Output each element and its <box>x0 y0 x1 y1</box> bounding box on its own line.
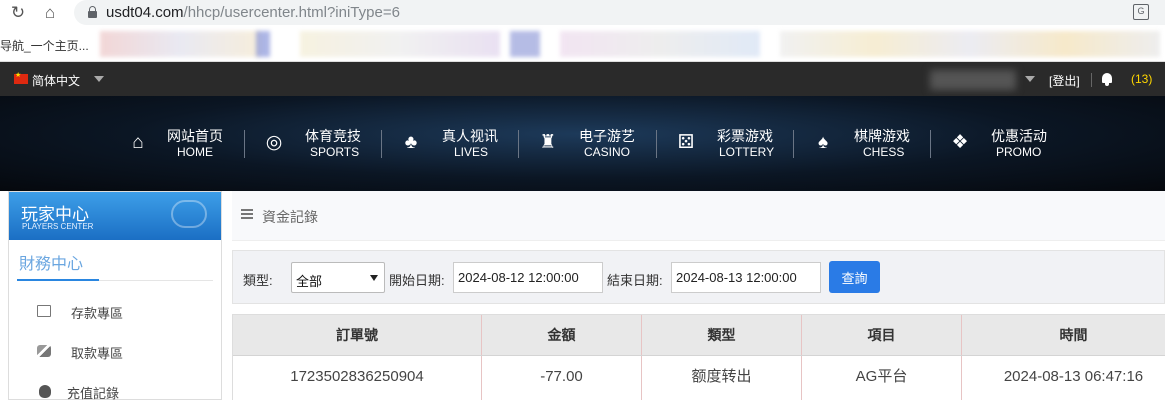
url-field[interactable]: usdt04.com/hhcp/usercenter.html?iniType=… <box>74 0 1165 25</box>
start-date-label: 開始日期: <box>389 273 445 288</box>
sidebar: 玩家中心 PLAYERS CENTER 財務中心 存款專區 取款專區 充值記錄 <box>8 191 222 402</box>
type-label: 類型: <box>243 273 273 288</box>
url-path: /hhcp/usercenter.html?iniType=6 <box>183 4 400 21</box>
divider <box>1091 73 1092 87</box>
nav-divider <box>518 130 519 158</box>
moneybag-icon <box>39 385 51 398</box>
column-header-amount[interactable]: 金額 <box>482 315 642 355</box>
sidebar-item-recharge-records[interactable]: 充值記錄 <box>37 382 207 402</box>
nav-divider <box>930 130 931 158</box>
message-count[interactable]: (13) <box>1131 72 1152 86</box>
nav-divider <box>244 130 245 158</box>
cell-type: 额度转出 <box>642 356 802 400</box>
section-underline <box>17 279 99 281</box>
start-date-input[interactable] <box>453 262 603 293</box>
cell-order-no: 1723502836250904 <box>233 356 482 400</box>
sidebar-item-withdraw[interactable]: 取款專區 <box>37 342 207 362</box>
language-selector[interactable]: 简体中文 <box>32 72 80 89</box>
blurred-bookmarks <box>256 31 270 57</box>
nav-label-en: LIVES <box>454 145 489 159</box>
sidebar-item-label: 取款專區 <box>71 346 124 361</box>
nav-label-en: PROMO <box>996 145 1042 159</box>
nav-divider <box>381 130 382 158</box>
nav-label-en: LOTTERY <box>719 145 775 159</box>
table-row: 1723502836250904 -77.00 额度转出 AG平台 2024-0… <box>233 356 1165 400</box>
nav-label-en: SPORTS <box>310 145 360 159</box>
nav-label-en: CHESS <box>863 145 905 159</box>
column-header-order-no[interactable]: 訂單號 <box>233 315 482 355</box>
lock-icon <box>88 6 97 18</box>
blurred-bookmarks <box>560 31 760 57</box>
table-header-row: 訂單號 金額 類型 項目 時間 <box>233 314 1165 356</box>
cards-icon: ♣ <box>404 132 418 153</box>
nav-label-zh: 体育竞技 <box>305 128 361 144</box>
deposit-icon <box>37 305 51 317</box>
end-date-input[interactable] <box>671 262 821 293</box>
type-select-value: 全部 <box>296 274 323 289</box>
gift-icon: ❖ <box>951 132 969 153</box>
url-host: usdt04.com <box>106 4 184 21</box>
sidebar-item-deposit[interactable]: 存款專區 <box>37 302 207 322</box>
slot-icon: ♜ <box>539 132 557 153</box>
sidebar-section-title[interactable]: 財務中心 <box>19 250 83 274</box>
bookmark-item[interactable]: 导航_一个主页... <box>0 37 89 54</box>
nav-divider <box>793 130 794 158</box>
reload-icon[interactable]: ↻ <box>8 3 28 23</box>
ball-icon: ◎ <box>265 132 283 153</box>
home-button-icon[interactable]: ⌂ <box>40 3 60 23</box>
gamepad-icon <box>171 200 207 228</box>
site-top-bar: 简体中文 [登出] (13) <box>0 62 1165 96</box>
column-header-item[interactable]: 項目 <box>802 315 962 355</box>
nav-label-zh: 彩票游戏 <box>717 128 773 144</box>
cell-item: AG平台 <box>802 356 962 400</box>
column-header-time[interactable]: 時間 <box>962 315 1165 355</box>
type-select[interactable]: 全部 <box>291 262 385 293</box>
spade-icon: ♠ <box>817 132 829 153</box>
blurred-bookmarks <box>780 31 1160 57</box>
nav-label-zh: 电子游艺 <box>579 128 635 144</box>
dice-icon: ⚄ <box>677 132 695 153</box>
nav-label-en: CASINO <box>584 145 631 159</box>
withdraw-icon <box>37 345 51 357</box>
records-table: 訂單號 金額 類型 項目 時間 1723502836250904 -77.00 … <box>232 314 1165 400</box>
blurred-bookmarks <box>300 31 500 57</box>
page-title: 資金記錄 <box>262 209 318 225</box>
nav-label-zh: 优惠活动 <box>991 128 1047 144</box>
cell-amount: -77.00 <box>482 356 642 400</box>
nav-label-zh: 真人视讯 <box>442 128 498 144</box>
content-header: 資金記錄 <box>232 191 1165 241</box>
bell-icon[interactable] <box>1100 72 1114 86</box>
menu-icon[interactable] <box>241 209 253 219</box>
sidebar-subtitle: PLAYERS CENTER <box>22 222 94 231</box>
bookmarks-bar: 导航_一个主页... <box>0 26 1165 62</box>
sidebar-item-label: 充值記錄 <box>67 386 120 401</box>
cell-time: 2024-08-13 06:47:16 <box>962 356 1165 400</box>
sidebar-header: 玩家中心 PLAYERS CENTER <box>9 192 221 240</box>
nav-label-zh: 棋牌游戏 <box>854 128 910 144</box>
chevron-down-icon[interactable] <box>94 76 104 82</box>
nav-label-zh: 网站首页 <box>167 128 223 144</box>
main-navigation: ⌂ 网站首页 HOME ◎ 体育竞技 SPORTS ♣ 真人视讯 LIVES ♜… <box>0 96 1165 191</box>
china-flag-icon <box>14 71 28 84</box>
end-date-label: 結束日期: <box>607 273 663 288</box>
translate-icon[interactable]: G <box>1133 4 1149 20</box>
blurred-bookmarks <box>510 31 540 57</box>
query-button[interactable]: 查詢 <box>829 261 880 293</box>
nav-divider <box>656 130 657 158</box>
blurred-bookmarks <box>100 31 260 57</box>
user-menu-chevron-icon[interactable] <box>1025 76 1035 82</box>
username-blurred <box>930 70 1016 90</box>
home-icon: ⌂ <box>132 132 144 153</box>
select-arrow-icon <box>370 275 378 281</box>
column-header-type[interactable]: 類型 <box>642 315 802 355</box>
nav-label-en: HOME <box>177 145 213 159</box>
browser-address-bar: ↻ ⌂ usdt04.com/hhcp/usercenter.html?iniT… <box>0 0 1165 26</box>
filter-bar: 類型: 全部 開始日期: 結束日期: 查詢 <box>232 250 1165 304</box>
logout-link[interactable]: [登出] <box>1049 72 1080 89</box>
sidebar-item-label: 存款專區 <box>71 306 124 321</box>
